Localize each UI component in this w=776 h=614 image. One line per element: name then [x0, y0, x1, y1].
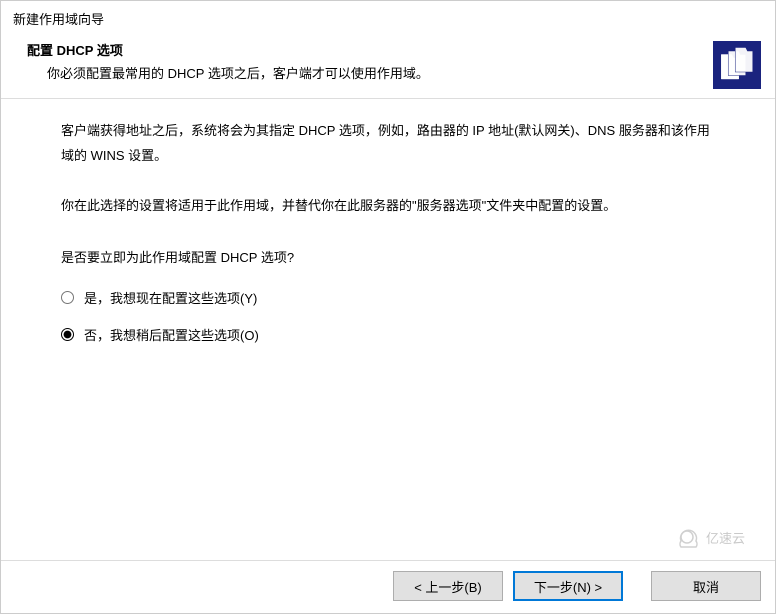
cancel-button[interactable]: 取消	[651, 571, 761, 601]
wizard-button-bar: < 上一步(B) 下一步(N) > 取消	[1, 560, 775, 613]
scope-folders-icon	[713, 41, 761, 89]
radio-yes-input[interactable]	[61, 291, 74, 304]
radio-no-input[interactable]	[61, 328, 74, 341]
description-paragraph-2: 你在此选择的设置将适用于此作用域，并替代你在此服务器的"服务器选项"文件夹中配置…	[61, 194, 715, 219]
wizard-header: 新建作用域向导 配置 DHCP 选项 你必须配置最常用的 DHCP 选项之后，客…	[1, 1, 775, 99]
radio-option-no[interactable]: 否，我想稍后配置这些选项(O)	[61, 325, 715, 344]
configure-options-radio-group: 是，我想现在配置这些选项(Y) 否，我想稍后配置这些选项(O)	[61, 288, 715, 344]
wizard-content: 客户端获得地址之后，系统将会为其指定 DHCP 选项，例如，路由器的 IP 地址…	[1, 99, 775, 560]
wizard-title: 新建作用域向导	[13, 9, 763, 28]
section-subtitle: 你必须配置最常用的 DHCP 选项之后，客户端才可以使用作用域。	[47, 63, 763, 82]
wizard-container: 新建作用域向导 配置 DHCP 选项 你必须配置最常用的 DHCP 选项之后，客…	[0, 0, 776, 614]
configure-question: 是否要立即为此作用域配置 DHCP 选项?	[61, 247, 715, 266]
radio-option-yes[interactable]: 是，我想现在配置这些选项(Y)	[61, 288, 715, 307]
back-button[interactable]: < 上一步(B)	[393, 571, 503, 601]
radio-no-label[interactable]: 否，我想稍后配置这些选项(O)	[84, 325, 259, 344]
radio-yes-label[interactable]: 是，我想现在配置这些选项(Y)	[84, 288, 257, 307]
description-paragraph-1: 客户端获得地址之后，系统将会为其指定 DHCP 选项，例如，路由器的 IP 地址…	[61, 119, 715, 168]
next-button[interactable]: 下一步(N) >	[513, 571, 623, 601]
section-title: 配置 DHCP 选项	[27, 40, 763, 59]
